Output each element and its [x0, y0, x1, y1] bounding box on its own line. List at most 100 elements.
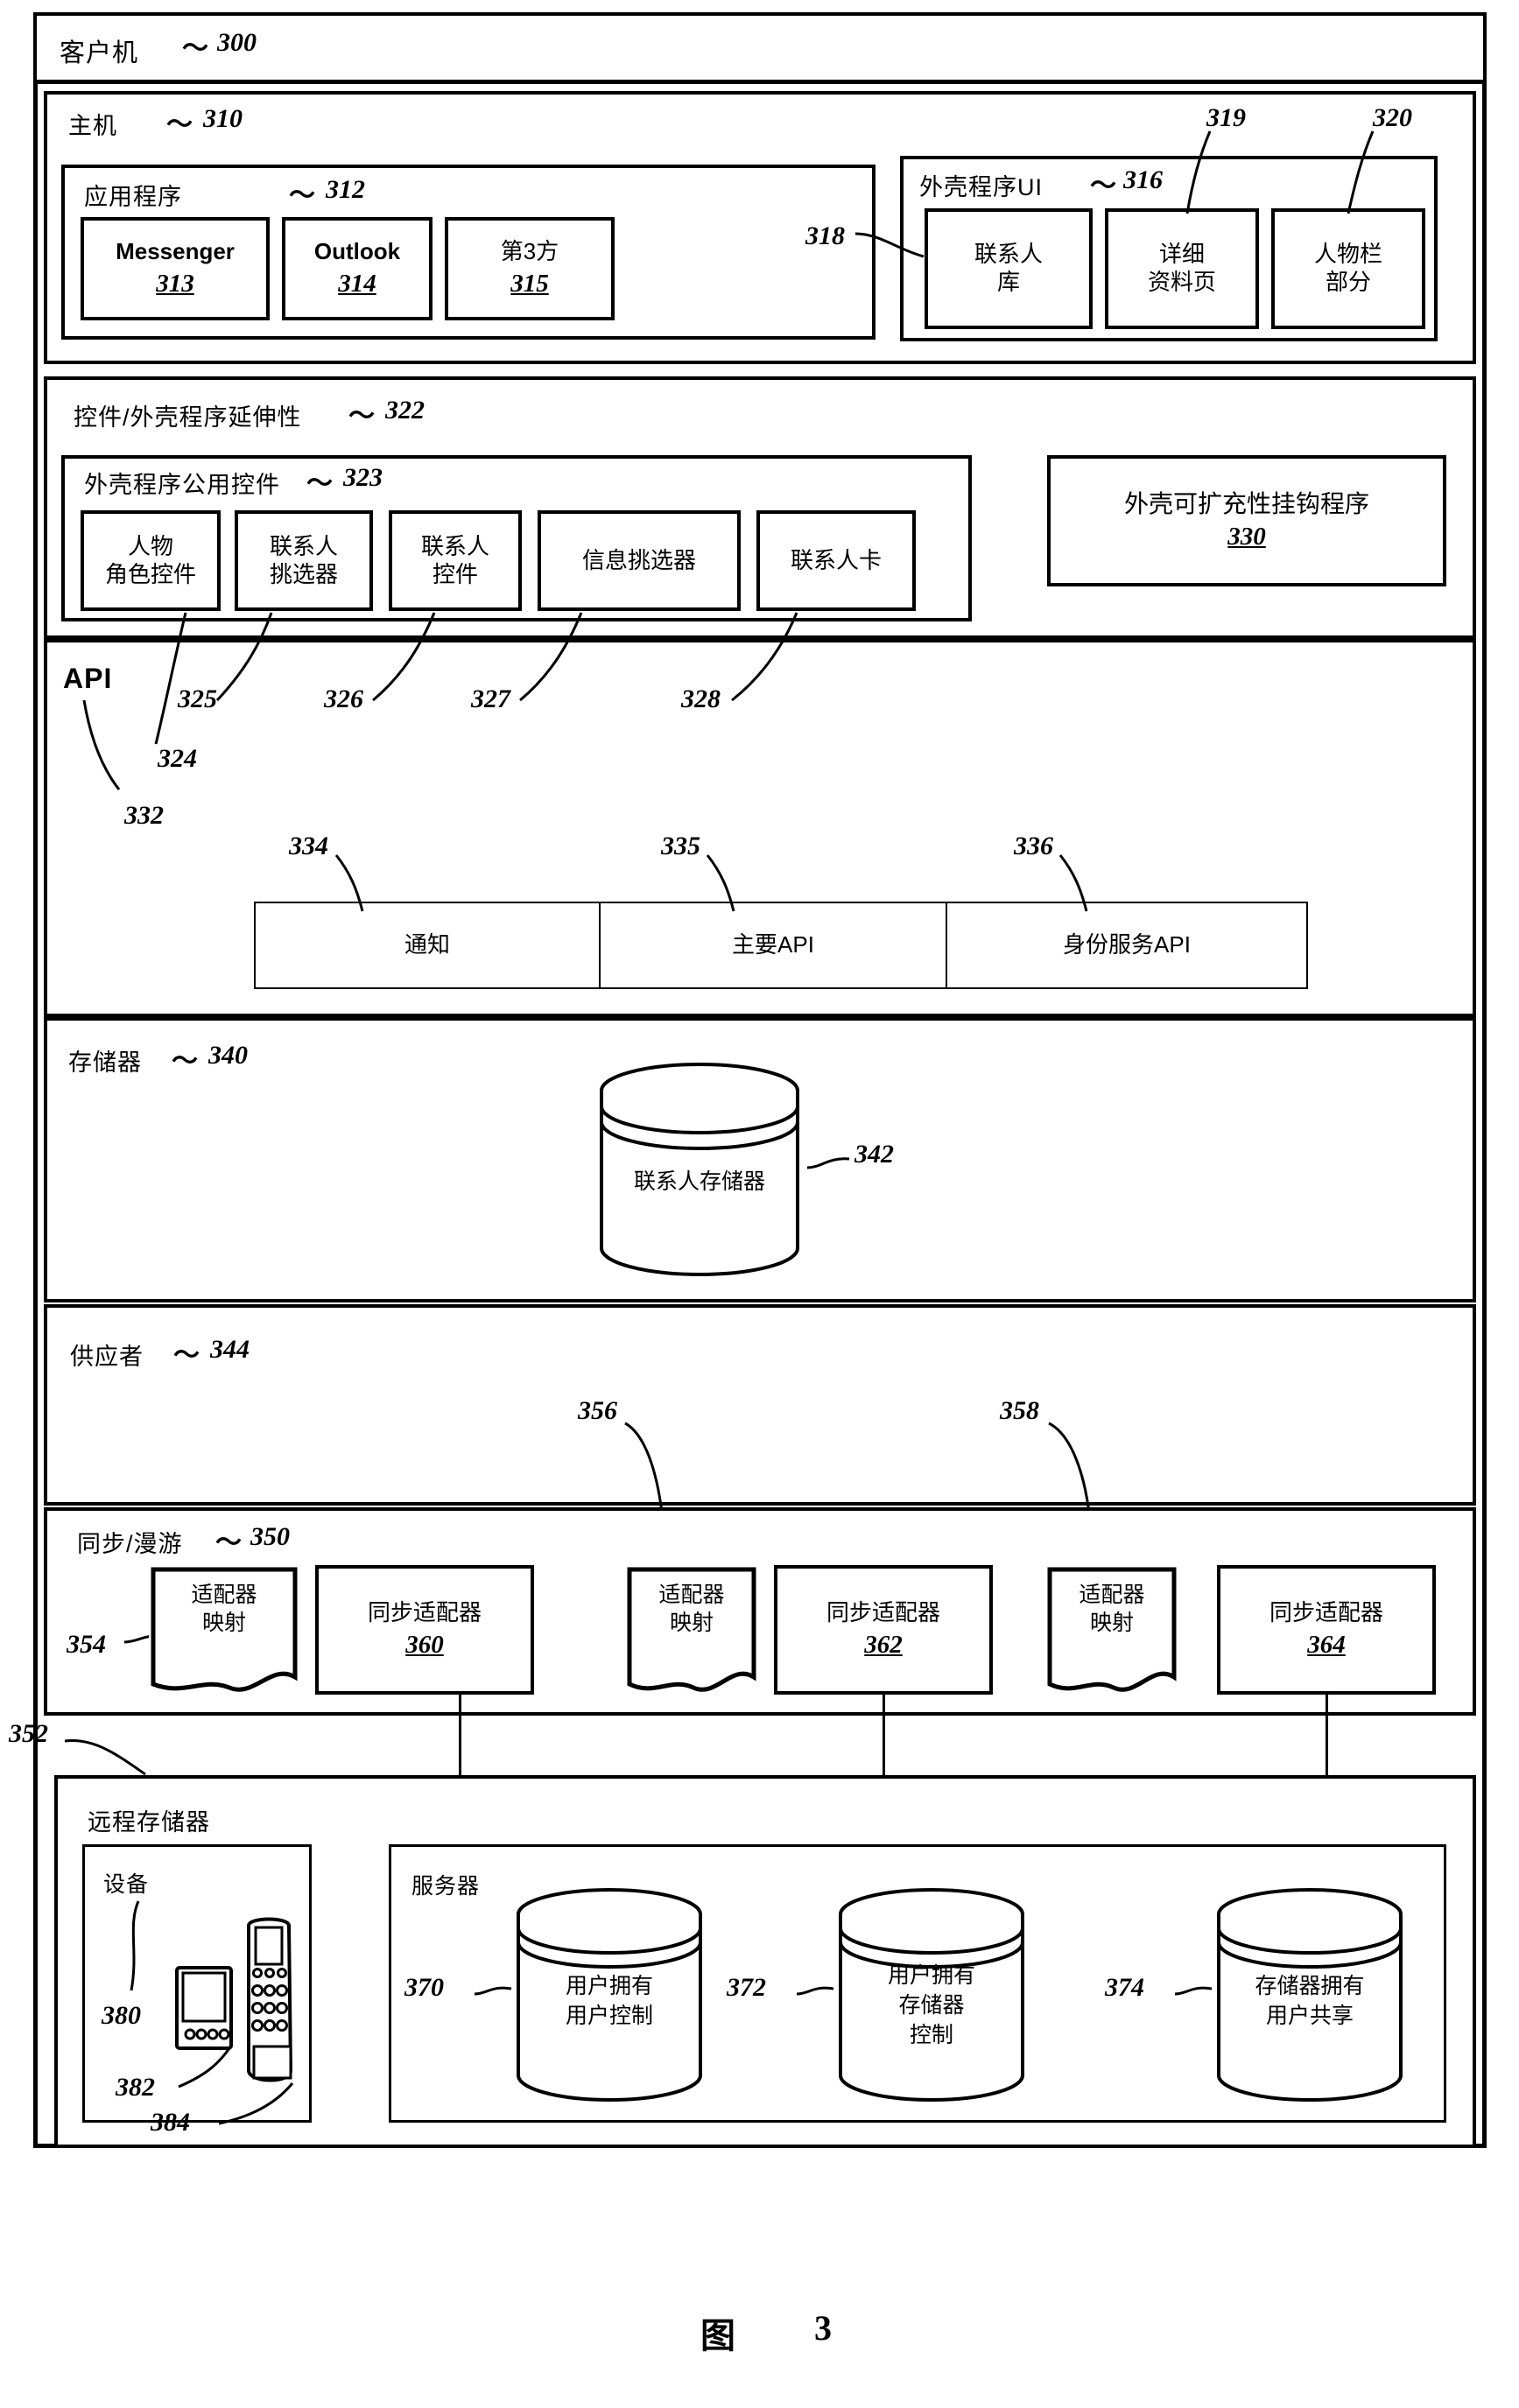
- shell-ui-ref: 316: [1123, 165, 1163, 194]
- api-item-ref-334: 334: [289, 832, 328, 860]
- leader-334: [331, 853, 392, 915]
- control-ref-326: 326: [324, 684, 363, 713]
- storage-ref-tilde: 〜: [172, 1047, 198, 1076]
- server-store-372[interactable]: 用户拥有 存储器 控制: [830, 1886, 1033, 2105]
- leader-318: [854, 214, 932, 267]
- control-0-line2: 角色控件: [104, 560, 196, 587]
- client-label: 客户机: [60, 39, 139, 67]
- api-item-main-api[interactable]: 主要API: [601, 903, 946, 987]
- api-item-2-label: 身份服务API: [1063, 931, 1191, 958]
- storage-label: 存储器: [68, 1050, 142, 1076]
- sync-adapter-364-ref: 364: [1307, 1630, 1346, 1659]
- app-messenger-ref: 313: [156, 269, 194, 298]
- sync-adapter-364[interactable]: 同步适配器 364: [1217, 1565, 1436, 1695]
- device-pda-ref-382: 382: [116, 2073, 155, 2102]
- controls-section-ref: 322: [385, 396, 425, 425]
- sync-adapter-362-label: 同步适配器: [826, 1598, 940, 1625]
- shell-ui-item-contact-library[interactable]: 联系人 库: [925, 208, 1093, 329]
- figure-number: 3: [814, 2308, 832, 2348]
- api-item-identity-service-api[interactable]: 身份服务API: [947, 903, 1306, 987]
- leader-335: [702, 853, 763, 915]
- api-item-ref-335: 335: [661, 832, 700, 860]
- control-contact-card[interactable]: 联系人卡: [756, 510, 916, 611]
- control-0-line1: 人物: [127, 532, 173, 559]
- figure-label: 图: [700, 2316, 735, 2355]
- control-message-picker[interactable]: 信息挑选器: [538, 510, 741, 611]
- control-contact-control[interactable]: 联系人 控件: [389, 510, 522, 611]
- adapter-map-2[interactable]: 适配器 映射: [625, 1565, 758, 1695]
- app-outlook[interactable]: Outlook 314: [282, 217, 432, 320]
- sync-ref-tilde: 〜: [215, 1528, 242, 1557]
- common-controls-ref: 323: [343, 463, 383, 492]
- api-label: API: [63, 663, 113, 694]
- shell-ui-callout-320: 320: [1373, 103, 1412, 132]
- sync-adapter-360[interactable]: 同步适配器 360: [315, 1565, 534, 1695]
- adapter-map-2-label: 适配器 映射: [625, 1581, 758, 1638]
- server-store-372-line1: 用户拥有: [887, 1963, 975, 1988]
- leader-380: [119, 1899, 172, 1996]
- remote-storage-ref: 352: [9, 1719, 48, 1748]
- adapter-map-1[interactable]: 适配器 映射: [149, 1565, 299, 1695]
- adapter-map-3-line1: 适配器: [1079, 1582, 1145, 1607]
- server-store-372-line3: 控制: [909, 2022, 953, 2047]
- server-store-374-label: 存储器拥有 用户共享: [1208, 1972, 1411, 2032]
- adapter-map-2-line2: 映射: [669, 1611, 714, 1636]
- contact-store-ref: 342: [854, 1140, 894, 1169]
- contact-store-label: 联系人存储器: [633, 1169, 765, 1194]
- app-third-party[interactable]: 第3方 315: [445, 217, 615, 320]
- server-store-370-line1: 用户拥有: [565, 1974, 653, 1998]
- api-item-ref-336: 336: [1014, 832, 1053, 860]
- adapter-map-3[interactable]: 适配器 映射: [1045, 1565, 1178, 1695]
- applications-ref-tilde: 〜: [289, 181, 315, 210]
- remote-storage-label: 远程存储器: [88, 1809, 210, 1836]
- sync-adapter-364-label: 同步适配器: [1269, 1598, 1383, 1625]
- provider-ref-tilde: 〜: [173, 1341, 200, 1370]
- control-persona-role[interactable]: 人物 角色控件: [81, 510, 221, 611]
- shell-ui-item-1-line2: 资料页: [1147, 269, 1216, 295]
- storage-ref: 340: [208, 1041, 248, 1070]
- shell-extensibility-hook[interactable]: 外壳可扩充性挂钩程序 330: [1047, 455, 1446, 586]
- server-store-ref-370: 370: [404, 1973, 444, 2002]
- control-2-line2: 控件: [432, 560, 478, 587]
- shell-ui-item-2-line1: 人物栏: [1313, 241, 1382, 268]
- contact-store-cylinder[interactable]: 联系人存储器: [588, 1061, 811, 1280]
- shell-ui-item-people-bar[interactable]: 人物栏 部分: [1271, 208, 1425, 329]
- adapter-map-3-line2: 映射: [1089, 1611, 1134, 1636]
- server-store-372-label: 用户拥有 存储器 控制: [830, 1962, 1033, 2050]
- server-store-372-line2: 存储器: [898, 1992, 965, 2018]
- control-4-line1: 联系人卡: [790, 546, 882, 573]
- server-store-ref-372: 372: [727, 1973, 766, 2002]
- devices-label: 设备: [103, 1872, 150, 1897]
- server-store-370-label: 用户拥有 用户控制: [508, 1972, 711, 2032]
- app-third-party-label: 第3方: [500, 237, 559, 264]
- api-item-1-label: 主要API: [732, 931, 814, 958]
- leader-336: [1055, 853, 1116, 915]
- sync-label: 同步/漫游: [77, 1531, 183, 1557]
- server-label: 服务器: [411, 1874, 481, 1899]
- server-store-374-line2: 用户共享: [1265, 2003, 1354, 2028]
- shell-ui-item-detail-page[interactable]: 详细 资料页: [1105, 208, 1259, 329]
- provider-label: 供应者: [70, 1344, 144, 1370]
- provider-ref: 344: [210, 1335, 250, 1364]
- leader-320: [1322, 130, 1392, 217]
- adapter-map-3-label: 适配器 映射: [1045, 1581, 1178, 1638]
- shell-ui-callout-318: 318: [805, 221, 845, 250]
- shell-ui-ref-tilde: 〜: [1090, 172, 1116, 200]
- client-ref-tilde: 〜: [182, 34, 208, 63]
- sync-adapter-362[interactable]: 同步适配器 362: [774, 1565, 993, 1695]
- api-ref: 332: [124, 801, 164, 830]
- applications-label: 应用程序: [84, 184, 182, 210]
- control-3-line1: 信息挑选器: [581, 546, 696, 573]
- server-store-370[interactable]: 用户拥有 用户控制: [508, 1886, 711, 2105]
- adapter-map-1-label: 适配器 映射: [149, 1581, 299, 1638]
- sync-callout-358: 358: [1000, 1396, 1039, 1425]
- control-contact-picker[interactable]: 联系人 挑选器: [235, 510, 373, 611]
- provider-section-frame: [44, 1304, 1476, 1506]
- common-controls-ref-tilde: 〜: [306, 469, 333, 498]
- server-store-374[interactable]: 存储器拥有 用户共享: [1208, 1886, 1411, 2105]
- app-messenger[interactable]: Messenger 313: [81, 217, 270, 320]
- shell-ui-item-0-line2: 库: [996, 269, 1020, 295]
- devices-ref-380: 380: [102, 2001, 141, 2030]
- shell-ui-label: 外壳程序UI: [919, 174, 1043, 200]
- api-item-notification[interactable]: 通知: [256, 903, 599, 987]
